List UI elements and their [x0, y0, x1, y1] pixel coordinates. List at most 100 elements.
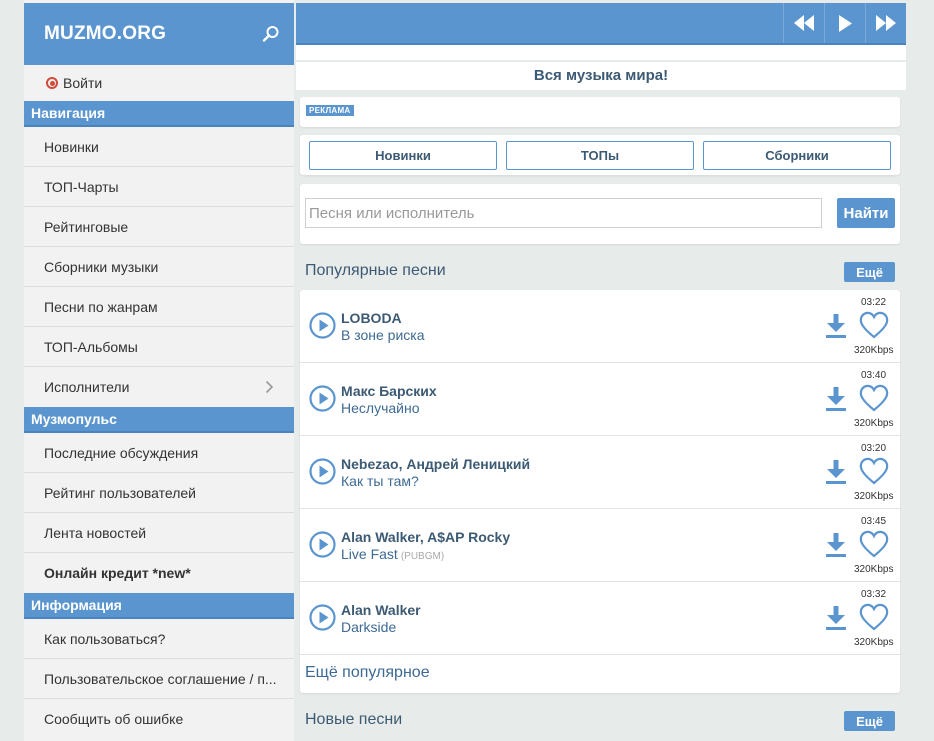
play-icon[interactable]: [309, 385, 336, 412]
sidebar-item-credit[interactable]: Онлайн кредит *new*: [24, 553, 294, 593]
sidebar-item-collections[interactable]: Сборники музыки: [24, 247, 294, 287]
download-icon[interactable]: [824, 605, 848, 631]
sidebar-item-agreement[interactable]: Пользовательское соглашение / п...: [24, 659, 294, 699]
section-head-navigation: Навигация: [24, 101, 294, 127]
search-icon[interactable]: [262, 25, 280, 43]
nav-list: Новинки ТОП-Чарты Рейтинговые Сборники м…: [24, 127, 294, 407]
sidebar-item-label: Как пользоваться?: [44, 630, 166, 647]
song-title[interactable]: Неслучайно: [341, 400, 422, 416]
song-title[interactable]: Live Fast (PUBGM): [341, 546, 444, 562]
song-artist[interactable]: Nebezao, Андрей Леницкий: [341, 456, 530, 472]
player-bar: [296, 3, 906, 45]
download-icon[interactable]: [824, 459, 848, 485]
heart-icon[interactable]: [859, 530, 889, 558]
song-row[interactable]: LOBODA В зоне риска 03:22 320Kbps: [300, 290, 900, 363]
heart-icon[interactable]: [859, 311, 889, 339]
song-title[interactable]: Как ты там?: [341, 473, 422, 489]
song-artist[interactable]: Alan Walker: [341, 602, 421, 618]
search-input[interactable]: Песня или исполнитель: [305, 198, 822, 228]
sidebar-item-rated[interactable]: Рейтинговые: [24, 207, 294, 247]
song-bitrate: 320Kbps: [854, 491, 894, 502]
ad-badge: РЕКЛАМА: [306, 105, 354, 116]
ad-block: РЕКЛАМА: [300, 97, 900, 127]
heart-icon[interactable]: [859, 384, 889, 412]
login-icon: [46, 77, 58, 89]
prev-icon: [794, 15, 814, 31]
song-row[interactable]: Alan Walker Darkside 03:32 320Kbps: [300, 582, 900, 655]
play-icon: [839, 14, 852, 32]
play-icon[interactable]: [309, 531, 336, 558]
play-button[interactable]: [824, 3, 865, 43]
sidebar-item-genres[interactable]: Песни по жанрам: [24, 287, 294, 327]
next-button[interactable]: [865, 3, 906, 43]
chevron-right-icon: [265, 380, 274, 394]
sidebar-item-user-rating[interactable]: Рейтинг пользователей: [24, 473, 294, 513]
login-link[interactable]: Войти: [24, 65, 294, 101]
tab-tops[interactable]: ТОПы: [506, 140, 694, 170]
song-row[interactable]: Nebezao, Андрей Леницкий Как ты там? 03:…: [300, 436, 900, 509]
play-icon[interactable]: [309, 604, 336, 631]
sidebar-item-label: ТОП-Чарты: [44, 178, 119, 195]
song-title[interactable]: В зоне риска: [341, 327, 428, 343]
song-title-text: Как ты там?: [341, 473, 419, 489]
download-icon[interactable]: [824, 532, 848, 558]
sidebar-item-label: Последние обсуждения: [44, 444, 199, 461]
site-logo[interactable]: MUZMO.ORG: [44, 23, 166, 45]
song-title[interactable]: Darkside: [341, 619, 399, 635]
sidebar-item-label: Онлайн кредит *new*: [44, 565, 191, 581]
download-icon[interactable]: [824, 386, 848, 412]
heart-icon[interactable]: [859, 457, 889, 485]
song-title-text: Darkside: [341, 619, 397, 635]
logo-bar: MUZMO.ORG: [24, 3, 294, 65]
sidebar-item-label: Лента новостей: [44, 524, 147, 541]
sidebar-item-label: Новинки: [44, 138, 99, 155]
popular-more-button[interactable]: Ещё: [844, 262, 895, 282]
info-list: Как пользоваться? Пользовательское согла…: [24, 619, 294, 739]
sidebar-item-label: Сборники музыки: [44, 258, 159, 275]
sidebar-item-how-to[interactable]: Как пользоваться?: [24, 619, 294, 659]
section-head-muzmopulse: Музмопульс: [24, 407, 294, 433]
category-tabs: Новинки ТОПы Сборники: [300, 135, 900, 175]
song-bitrate: 320Kbps: [854, 564, 894, 575]
song-title-text: В зоне риска: [341, 327, 425, 343]
popular-songs-title: Популярные песни: [305, 262, 446, 279]
main-content: Вся музыка мира! РЕКЛАМА Новинки ТОПы Сб…: [296, 0, 906, 741]
sidebar-item-label: ТОП-Альбомы: [44, 338, 138, 355]
download-icon[interactable]: [824, 313, 848, 339]
muzmopulse-list: Последние обсуждения Рейтинг пользовател…: [24, 433, 294, 593]
next-icon: [876, 15, 896, 31]
section-head-info: Информация: [24, 593, 294, 619]
sidebar-item-discussions[interactable]: Последние обсуждения: [24, 433, 294, 473]
song-row[interactable]: Макс Барских Неслучайно 03:40 320Kbps: [300, 363, 900, 436]
sidebar-item-artists[interactable]: Исполнители: [24, 367, 294, 407]
sidebar-item-top-charts[interactable]: ТОП-Чарты: [24, 167, 294, 207]
song-row[interactable]: Alan Walker, A$AP Rocky Live Fast (PUBGM)…: [300, 509, 900, 582]
sidebar-item-label: Сообщить об ошибке: [44, 711, 184, 727]
song-duration: 03:40: [861, 370, 887, 381]
song-artist[interactable]: LOBODA: [341, 310, 402, 326]
sidebar-item-label: Песни по жанрам: [44, 298, 158, 315]
sidebar-item-label: Исполнители: [44, 379, 130, 395]
search-button[interactable]: Найти: [837, 198, 895, 228]
song-duration: 03:22: [861, 297, 887, 308]
heart-icon[interactable]: [859, 603, 889, 631]
sidebar: MUZMO.ORG Войти Навигация Новинки ТОП-Ча…: [24, 0, 294, 741]
sidebar-item-new[interactable]: Новинки: [24, 127, 294, 167]
more-popular-link[interactable]: Ещё популярное: [305, 664, 430, 682]
sidebar-item-label: Рейтинг пользователей: [44, 484, 196, 501]
sidebar-item-news[interactable]: Лента новостей: [24, 513, 294, 553]
tab-collections[interactable]: Сборники: [703, 140, 891, 170]
new-songs-more-button[interactable]: Ещё: [844, 711, 895, 731]
song-artist[interactable]: Alan Walker, A$AP Rocky: [341, 529, 510, 545]
sidebar-item-top-albums[interactable]: ТОП-Альбомы: [24, 327, 294, 367]
song-artist[interactable]: Макс Барских: [341, 383, 437, 399]
popular-songs-list: LOBODA В зоне риска 03:22 320Kbps Макс Б…: [300, 290, 900, 693]
song-bitrate: 320Kbps: [854, 418, 894, 429]
tab-new[interactable]: Новинки: [309, 140, 497, 170]
song-tag: (PUBGM): [400, 551, 445, 562]
play-icon[interactable]: [309, 458, 336, 485]
play-icon[interactable]: [309, 312, 336, 339]
prev-button[interactable]: [783, 3, 824, 43]
sidebar-item-report-error[interactable]: Сообщить об ошибке: [24, 699, 294, 739]
login-label: Войти: [63, 75, 103, 91]
